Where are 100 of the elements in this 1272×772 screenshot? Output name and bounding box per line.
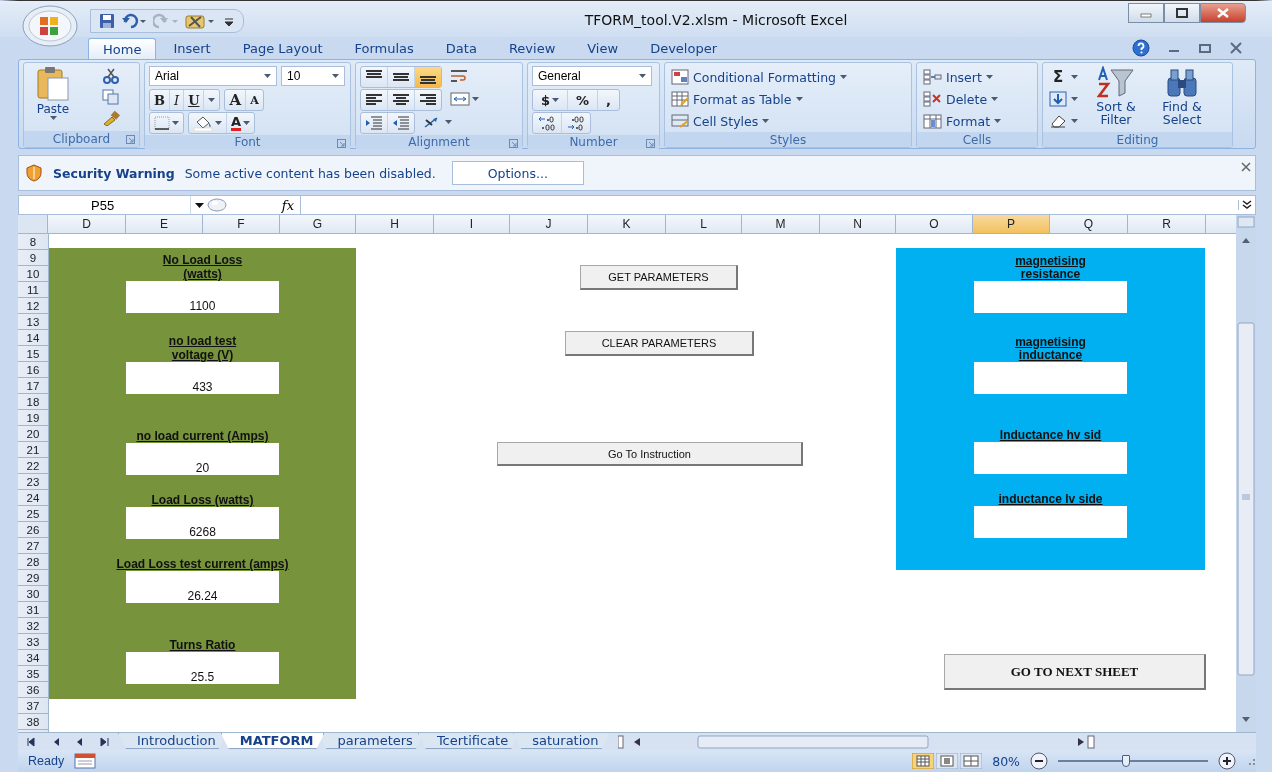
- row-header[interactable]: 16: [18, 362, 48, 378]
- column-header[interactable]: I: [434, 215, 510, 233]
- value-box[interactable]: 26.24: [126, 571, 279, 603]
- number-format-field[interactable]: General: [532, 66, 652, 86]
- comma-button[interactable]: ,: [598, 90, 620, 110]
- save-icon[interactable]: [99, 13, 115, 29]
- vertical-align-button[interactable]: [415, 67, 441, 87]
- ribbon-tab[interactable]: Data: [430, 38, 492, 59]
- column-header[interactable]: F: [203, 215, 280, 233]
- column-header[interactable]: E: [126, 215, 203, 233]
- styles-menu-button[interactable]: Format as Table: [669, 88, 907, 110]
- zoom-level[interactable]: 80%: [992, 753, 1020, 769]
- column-header[interactable]: L: [666, 215, 742, 233]
- value-box[interactable]: 20: [126, 443, 279, 475]
- row-header[interactable]: 37: [18, 698, 48, 714]
- row-header[interactable]: 38: [18, 714, 48, 730]
- restore-icon[interactable]: [1198, 42, 1212, 54]
- value-box[interactable]: 433: [126, 362, 279, 394]
- row-header[interactable]: 17: [18, 378, 48, 394]
- row-header[interactable]: 21: [18, 442, 48, 458]
- page-break-view-icon[interactable]: [960, 753, 983, 769]
- close-icon[interactable]: [1230, 42, 1242, 54]
- row-header[interactable]: 34: [18, 650, 48, 666]
- sheet-button[interactable]: Go To Instruction: [497, 442, 803, 466]
- row-header[interactable]: 8: [18, 234, 48, 250]
- column-header[interactable]: H: [356, 215, 434, 233]
- slider-thumb[interactable]: [1121, 755, 1130, 767]
- row-header[interactable]: 15: [18, 346, 48, 362]
- row-header[interactable]: 31: [18, 602, 48, 618]
- ribbon-tab[interactable]: Page Layout: [227, 38, 338, 59]
- ribbon-tab[interactable]: Developer: [635, 38, 732, 59]
- row-header[interactable]: 29: [18, 570, 48, 586]
- undo-icon[interactable]: [121, 13, 147, 29]
- column-header[interactable]: G: [280, 215, 356, 233]
- styles-menu-button[interactable]: Cell Styles: [669, 110, 907, 132]
- column-header[interactable]: P: [973, 215, 1050, 233]
- row-header[interactable]: 14: [18, 330, 48, 346]
- cells-menu-button[interactable]: Delete: [921, 88, 1033, 110]
- options-button[interactable]: Options...: [451, 161, 584, 185]
- close-button[interactable]: [1200, 3, 1246, 23]
- column-header[interactable]: K: [588, 215, 666, 233]
- column-header[interactable]: M: [742, 215, 820, 233]
- value-box[interactable]: 1100: [126, 281, 279, 313]
- value-box[interactable]: 25.5: [126, 652, 279, 684]
- column-header[interactable]: N: [820, 215, 896, 233]
- normal-view-icon[interactable]: [912, 753, 935, 769]
- row-header[interactable]: 25: [18, 506, 48, 522]
- find-select-button[interactable]: Find & Select: [1152, 66, 1212, 132]
- help-icon[interactable]: [1132, 39, 1150, 57]
- row-header[interactable]: 30: [18, 586, 48, 602]
- row-header[interactable]: 22: [18, 458, 48, 474]
- zoom-slider[interactable]: [1058, 755, 1208, 767]
- grow-font-button[interactable]: A: [225, 90, 247, 110]
- ribbon-tab[interactable]: Review: [493, 38, 571, 59]
- vertical-scrollbar-drawing[interactable]: [1236, 215, 1256, 732]
- ribbon-tab[interactable]: Home: [88, 38, 157, 59]
- column-header[interactable]: J: [510, 215, 588, 233]
- resize-grip-icon[interactable]: [1246, 756, 1256, 766]
- currency-button[interactable]: $: [533, 90, 569, 110]
- cells-menu-button[interactable]: Insert: [921, 66, 1033, 88]
- page-layout-view-icon[interactable]: [936, 753, 959, 769]
- row-header[interactable]: 35: [18, 666, 48, 682]
- row-header[interactable]: 11: [18, 282, 48, 298]
- autosum-button[interactable]: Σ: [1047, 66, 1080, 88]
- row-header[interactable]: 19: [18, 410, 48, 426]
- row-header[interactable]: 24: [18, 490, 48, 506]
- horizontal-scrollbar-drawing[interactable]: [617, 734, 1096, 749]
- row-header[interactable]: 10: [18, 266, 48, 282]
- font-name-field[interactable]: Arial: [149, 66, 277, 86]
- font-size-field[interactable]: 10: [281, 66, 345, 86]
- fill-button[interactable]: [1047, 88, 1080, 110]
- paste-button[interactable]: Paste: [28, 66, 78, 131]
- underline-button[interactable]: U: [184, 90, 205, 110]
- row-header[interactable]: 27: [18, 538, 48, 554]
- percent-button[interactable]: %: [568, 90, 599, 110]
- column-header[interactable]: D: [48, 215, 126, 233]
- value-box[interactable]: 6268: [126, 507, 279, 539]
- italic-button[interactable]: I: [170, 90, 185, 110]
- sort-filter-button[interactable]: Sort & Filter: [1086, 66, 1146, 132]
- ribbon-tab[interactable]: View: [572, 38, 634, 59]
- zoom-out-button[interactable]: [1030, 752, 1048, 770]
- row-header[interactable]: 20: [18, 426, 48, 442]
- sheet-tab[interactable]: saturation: [513, 733, 610, 749]
- shrink-font-button[interactable]: A: [246, 90, 263, 110]
- row-header[interactable]: 26: [18, 522, 48, 538]
- maximize-button[interactable]: [1164, 3, 1200, 23]
- macro-record-icon[interactable]: [74, 753, 97, 769]
- bold-button[interactable]: B: [150, 90, 170, 110]
- row-header[interactable]: 36: [18, 682, 48, 698]
- sheet-tab[interactable]: MATFORM: [220, 733, 325, 749]
- font-color-button[interactable]: A: [227, 113, 255, 133]
- row-header[interactable]: 13: [18, 314, 48, 330]
- row-header[interactable]: 18: [18, 394, 48, 410]
- sheet-button[interactable]: GET PARAMETERS: [580, 265, 738, 290]
- styles-menu-button[interactable]: Conditional Formatting: [669, 66, 907, 88]
- close-icon[interactable]: [1241, 162, 1251, 172]
- column-header[interactable]: Q: [1050, 215, 1128, 233]
- zoom-in-button[interactable]: [1218, 752, 1236, 770]
- row-header[interactable]: 12: [18, 298, 48, 314]
- column-header[interactable]: R: [1128, 215, 1206, 233]
